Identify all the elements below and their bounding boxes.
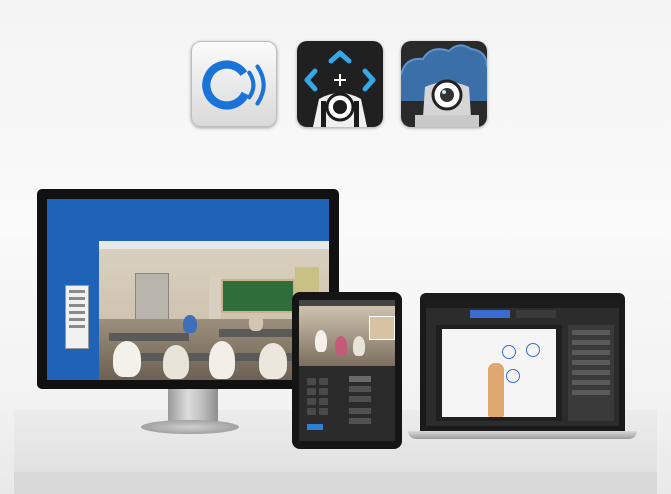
ptz-pad-button[interactable]: [307, 398, 316, 405]
student-figure: [335, 336, 347, 356]
whiteboard-drawing: [506, 369, 520, 383]
ptz-pad-button[interactable]: [319, 398, 328, 405]
cloud-camera-app-icon[interactable]: [401, 41, 487, 127]
student-figure: [353, 336, 365, 356]
pan-tilt-camera-icon: [304, 50, 376, 127]
presenter-figure: [488, 363, 504, 417]
classroom-cabinet: [135, 273, 169, 321]
bottom-strip: [14, 472, 657, 494]
preset-button[interactable]: [349, 386, 371, 392]
classroom-chalkboard: [221, 279, 295, 313]
student-figure: [259, 343, 287, 379]
control-side-panel[interactable]: [65, 285, 89, 349]
monitor-screen: [47, 199, 329, 380]
live-stream-app-icon[interactable]: [191, 41, 277, 127]
laptop-app-tab[interactable]: [470, 310, 510, 318]
student-figure: [209, 341, 235, 379]
monitor-stand-neck: [168, 389, 218, 423]
window-titlebar: [99, 241, 329, 249]
student-figure: [249, 313, 263, 331]
teacher-figure: [209, 275, 221, 319]
laptop-app-tab[interactable]: [516, 310, 556, 318]
laptop: [420, 293, 625, 431]
broadcast-icon: [202, 60, 266, 110]
tablet-video-view[interactable]: [299, 306, 395, 366]
student-figure: [183, 315, 197, 333]
laptop-control-panel[interactable]: [568, 325, 614, 421]
ptz-pad-button[interactable]: [319, 388, 328, 395]
laptop-screen: [426, 300, 619, 426]
preset-button[interactable]: [349, 418, 371, 424]
cloud-camera-icon: [401, 44, 487, 127]
ptz-pad-button[interactable]: [319, 408, 328, 415]
tablet: [292, 292, 402, 449]
desk: [109, 333, 189, 341]
laptop-app-titlebar: [426, 300, 619, 308]
picture-in-picture[interactable]: [369, 316, 395, 340]
student-figure: [113, 341, 141, 377]
preset-button[interactable]: [349, 396, 371, 402]
ptz-pad-button[interactable]: [307, 408, 316, 415]
ptz-camera-control-app-icon[interactable]: [297, 41, 383, 127]
preset-button[interactable]: [349, 376, 371, 382]
ptz-pad-button[interactable]: [307, 388, 316, 395]
ptz-pad-button[interactable]: [319, 378, 328, 385]
laptop-keyboard-base: [408, 431, 637, 439]
whiteboard-drawing: [526, 343, 540, 357]
lecture-video-view[interactable]: [436, 325, 562, 421]
ptz-pad-button[interactable]: [307, 378, 316, 385]
monitor-stand-base: [141, 420, 239, 434]
whiteboard: [442, 329, 556, 417]
student-figure: [315, 330, 327, 352]
whiteboard-drawing: [502, 345, 516, 359]
student-figure: [163, 345, 189, 379]
connect-button[interactable]: [307, 424, 323, 430]
tablet-screen: [299, 300, 395, 441]
preset-button[interactable]: [349, 408, 371, 414]
